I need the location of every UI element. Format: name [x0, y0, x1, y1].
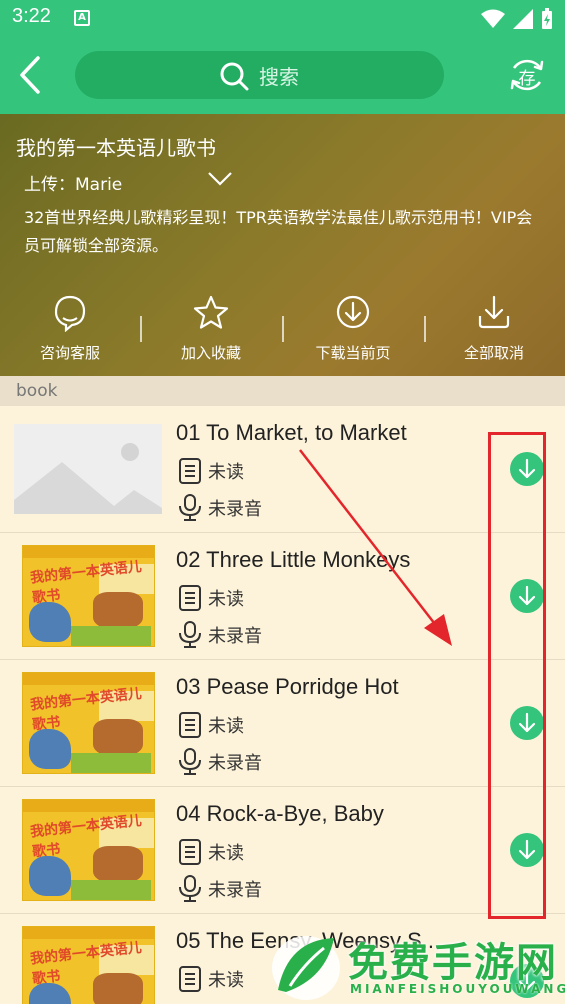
document-icon — [179, 585, 201, 611]
read-status: 未读 — [178, 585, 244, 611]
book-cover-image: 我的第一本英语儿歌书 — [22, 545, 155, 647]
document-icon — [179, 966, 201, 992]
microphone-icon — [179, 494, 201, 521]
record-status: 未录音 — [178, 875, 262, 903]
record-status: 未录音 — [178, 494, 262, 522]
record-status: 未录音 — [178, 621, 262, 649]
divider — [282, 316, 284, 342]
read-status: 未读 — [178, 458, 244, 484]
action-label: 全部取消 — [463, 344, 524, 362]
download-page-button[interactable]: 下载当前页 — [293, 294, 413, 374]
list-item[interactable]: 我的第一本英语儿歌书 02 Three Little Monkeys 未读 未录… — [0, 533, 565, 660]
record-label: 未录音 — [208, 753, 262, 774]
action-label: 咨询客服 — [39, 344, 100, 362]
wifi-icon — [481, 9, 505, 28]
uploader-label: 上传：Marie — [24, 175, 123, 195]
document-icon — [179, 458, 201, 484]
document-icon — [179, 712, 201, 738]
read-status: 未读 — [178, 966, 244, 992]
divider — [424, 316, 426, 342]
item-title: 02 Three Little Monkeys — [176, 547, 411, 572]
action-bar: 咨询客服 加入收藏 下载当前页 全部取消 — [0, 294, 565, 374]
customer-service-button[interactable]: 咨询客服 — [10, 294, 130, 374]
microphone-icon — [179, 875, 201, 902]
read-label: 未读 — [208, 716, 244, 737]
document-icon — [179, 839, 201, 865]
microphone-icon — [179, 621, 201, 648]
chevron-left-icon — [20, 56, 40, 94]
record-label: 未录音 — [208, 499, 262, 520]
read-label: 未读 — [208, 843, 244, 864]
status-bar: 3:22 A — [0, 0, 565, 38]
save-label: 存 — [518, 69, 536, 89]
save-button[interactable]: 存 — [508, 56, 546, 94]
chat-bubble-icon — [54, 295, 86, 332]
divider — [140, 316, 142, 342]
notification-icon: A — [74, 10, 90, 26]
watermark-logo: 免费手游网 MIANFEISHOUYOUWANG — [268, 930, 565, 1004]
list-item[interactable]: 01 To Market, to Market 未读 未录音 — [0, 406, 565, 533]
add-favorite-button[interactable]: 加入收藏 — [151, 294, 271, 374]
download-circle-icon — [336, 295, 370, 329]
signal-icon — [513, 9, 533, 29]
read-status: 未读 — [178, 839, 244, 865]
item-title: 01 To Market, to Market — [176, 420, 407, 445]
leaf-logo-icon — [272, 936, 340, 1000]
download-arrow-icon — [478, 295, 510, 329]
record-status: 未录音 — [178, 748, 262, 776]
status-time: 3:22 — [12, 5, 51, 27]
record-label: 未录音 — [208, 880, 262, 901]
book-description: 32首世界经典儿歌精彩呈现！TPR英语教学法最佳儿歌示范用书！VIP会员可解锁全… — [24, 208, 533, 255]
action-label: 加入收藏 — [180, 344, 241, 362]
star-icon — [193, 295, 229, 329]
search-bar[interactable]: 搜索 — [75, 51, 444, 99]
section-header: book — [0, 376, 565, 406]
battery-icon — [542, 8, 552, 29]
read-status: 未读 — [178, 712, 244, 738]
list-item[interactable]: 我的第一本英语儿歌书 04 Rock-a-Bye, Baby 未读 未录音 — [0, 787, 565, 914]
watermark-text: 免费手游网 — [348, 940, 558, 986]
chevron-down-icon[interactable] — [207, 170, 233, 188]
status-icons — [481, 8, 553, 30]
read-label: 未读 — [208, 970, 244, 991]
item-title: 03 Pease Porridge Hot — [176, 674, 399, 699]
item-title: 04 Rock-a-Bye, Baby — [176, 801, 384, 826]
book-cover-image: 我的第一本英语儿歌书 — [22, 672, 155, 774]
watermark-subtext: MIANFEISHOUYOUWANG — [350, 982, 565, 996]
book-title: 我的第一本英语儿歌书 — [16, 136, 216, 160]
book-banner: 我的第一本英语儿歌书 上传：Marie 32首世界经典儿歌精彩呈现！TPR英语教… — [0, 114, 565, 376]
book-cover-image: 我的第一本英语儿歌书 — [22, 926, 155, 1004]
book-cover-image: 我的第一本英语儿歌书 — [22, 799, 155, 901]
back-button[interactable] — [12, 52, 52, 98]
list-item[interactable]: 我的第一本英语儿歌书 03 Pease Porridge Hot 未读 未录音 — [0, 660, 565, 787]
record-label: 未录音 — [208, 626, 262, 647]
cancel-all-button[interactable]: 全部取消 — [434, 294, 554, 374]
action-label: 下载当前页 — [315, 344, 391, 362]
image-placeholder-icon — [14, 424, 162, 514]
search-placeholder: 搜索 — [259, 65, 299, 89]
microphone-icon — [179, 748, 201, 775]
highlight-box — [488, 432, 546, 919]
read-label: 未读 — [208, 589, 244, 610]
app-header: 3:22 A 搜索 存 — [0, 0, 565, 114]
read-label: 未读 — [208, 462, 244, 483]
search-icon — [220, 62, 249, 91]
